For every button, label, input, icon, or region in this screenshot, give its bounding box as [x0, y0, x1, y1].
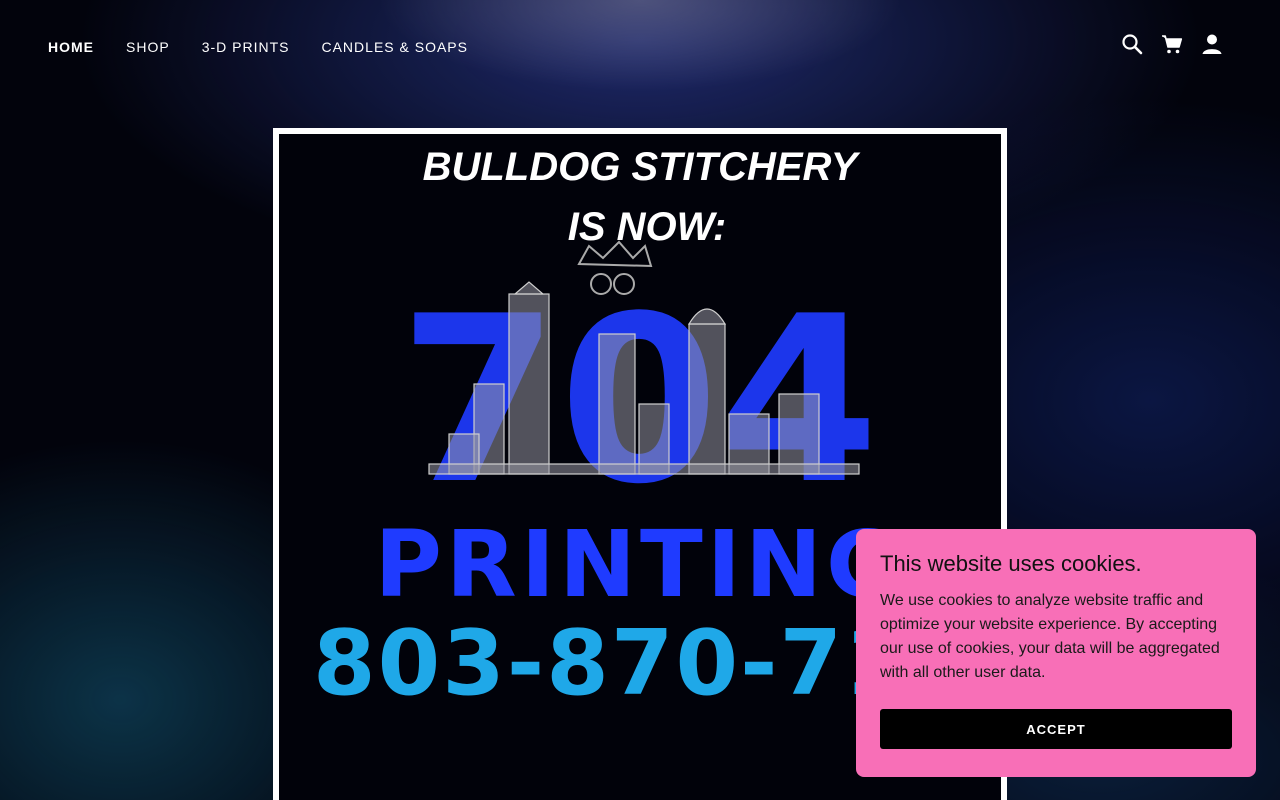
- cookie-body: We use cookies to analyze website traffi…: [880, 592, 1220, 681]
- main-nav: HOME SHOP 3-D PRINTS CANDLES & SOAPS: [48, 39, 468, 55]
- accept-button[interactable]: ACCEPT: [880, 709, 1232, 749]
- hero-line-2: IS NOW:: [568, 205, 727, 249]
- nav-home[interactable]: HOME: [48, 39, 94, 55]
- cookie-banner: This website uses cookies. We use cookie…: [856, 529, 1256, 777]
- hero-word: PRINTING: [375, 511, 906, 618]
- cookie-title: This website uses cookies.: [880, 551, 1142, 576]
- cart-icon[interactable]: [1160, 32, 1184, 56]
- search-icon[interactable]: [1120, 32, 1144, 56]
- nav-shop[interactable]: SHOP: [126, 39, 170, 55]
- header-icons: [1120, 32, 1224, 56]
- account-icon[interactable]: [1200, 32, 1224, 56]
- nav-3d-prints[interactable]: 3-D PRINTS: [202, 39, 290, 55]
- hero-line-1: BULLDOG STITCHERY: [423, 145, 861, 189]
- nav-candles-soaps[interactable]: CANDLES & SOAPS: [321, 39, 468, 55]
- hero-phone: 803-870-71: [313, 611, 909, 716]
